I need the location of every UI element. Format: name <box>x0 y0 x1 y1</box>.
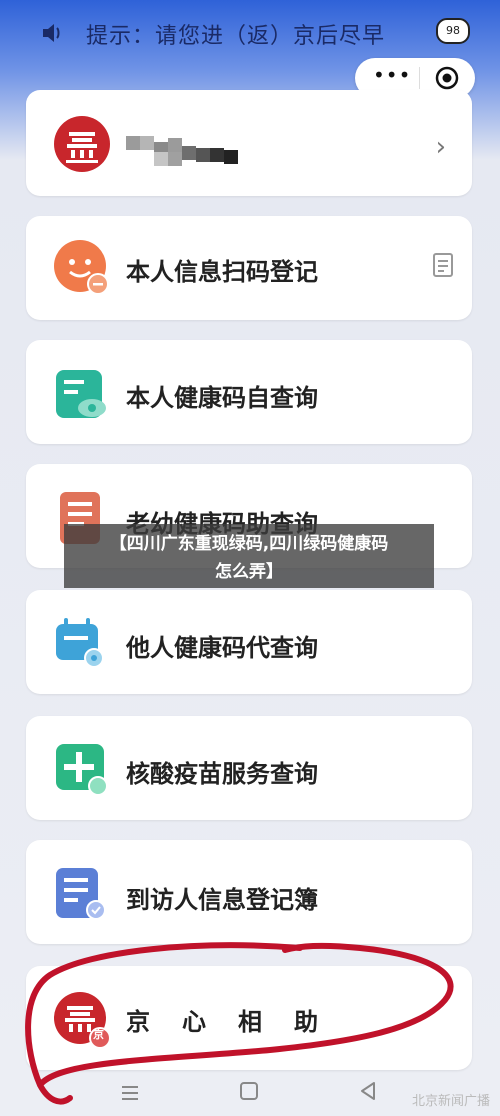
health-card-icon <box>56 370 106 418</box>
smiley-scan-icon <box>54 240 109 295</box>
nucleic-vaccine-label: 核酸疫苗服务查询 <box>126 760 318 788</box>
profile-card[interactable]: › <box>26 90 472 196</box>
register-book-icon <box>56 868 106 920</box>
back-icon[interactable] <box>358 1080 378 1102</box>
visitor-register-card[interactable]: 到访人信息登记簿 <box>26 840 472 944</box>
notice-text: 提示：请您进（返）京后尽早 <box>86 24 386 49</box>
capsule-divider <box>419 67 420 89</box>
scan-register-card[interactable]: 本人信息扫码登记 <box>26 216 472 320</box>
more-icon[interactable]: ••• <box>373 63 411 87</box>
watermark-text: 北京新闻广播 <box>411 1094 490 1109</box>
banner-line-2: 怎么弄】 <box>215 562 283 582</box>
others-code-card[interactable]: 他人健康码代查询 <box>26 590 472 694</box>
others-code-label: 他人健康码代查询 <box>126 634 318 662</box>
chevron-right-icon: › <box>435 132 446 162</box>
banner-line-1: 【四川广东重现绿码,四川绿码健康码 <box>109 534 389 554</box>
beijing-emblem-icon <box>54 116 110 172</box>
home-icon[interactable] <box>240 1082 258 1100</box>
status-bar: 提示：请您进（返）京后尽早 98 <box>0 0 500 64</box>
self-health-code-card[interactable]: 本人健康码自查询 <box>26 340 472 444</box>
scan-register-label: 本人信息扫码登记 <box>126 258 318 286</box>
document-icon <box>433 253 453 277</box>
beijing-help-card[interactable]: 京 京 心 相 助 <box>26 966 472 1070</box>
blurred-user-name <box>126 134 238 166</box>
calendar-search-icon <box>56 618 104 668</box>
visitor-register-label: 到访人信息登记簿 <box>126 886 318 914</box>
battery-indicator: 98 <box>436 18 470 44</box>
self-health-code-label: 本人健康码自查询 <box>126 384 318 412</box>
menu-icon[interactable] <box>120 1084 140 1100</box>
article-title-banner: 【四川广东重现绿码,四川绿码健康码 怎么弄】 <box>64 524 434 588</box>
speaker-icon <box>43 24 60 42</box>
beijing-help-label: 京 心 相 助 <box>126 1008 322 1036</box>
nucleic-vaccine-card[interactable]: 核酸疫苗服务查询 <box>26 716 472 820</box>
close-target-icon[interactable] <box>435 66 459 90</box>
beijing-badge-text: 京 <box>93 1028 104 1041</box>
medical-cross-icon <box>56 744 108 796</box>
